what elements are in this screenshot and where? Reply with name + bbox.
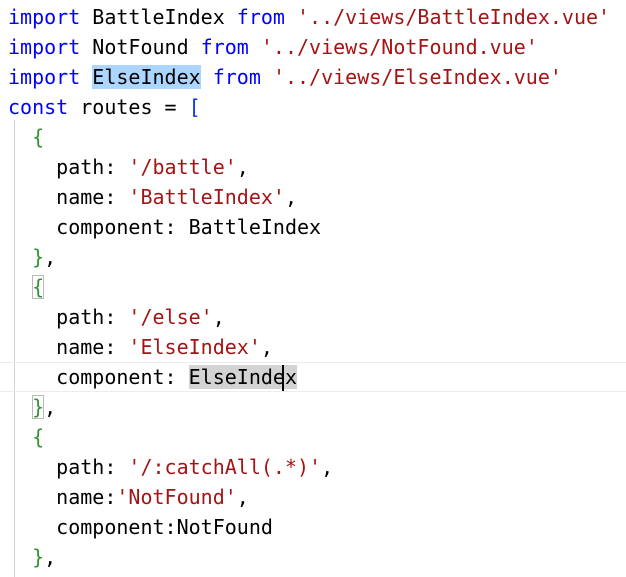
code-editor[interactable]: import BattleIndex from '../views/Battle… — [0, 0, 626, 577]
code-token: component: — [8, 365, 189, 389]
code-token: 'ElseIndex' — [128, 335, 261, 359]
code-token: , — [44, 245, 57, 269]
code-token: path: — [8, 305, 129, 329]
code-token: component:NotFound — [8, 515, 273, 539]
code-line[interactable]: path: '/battle', — [0, 152, 626, 182]
code-token: { — [32, 425, 45, 449]
code-token: } — [32, 245, 45, 269]
code-token: { — [32, 125, 45, 149]
code-token: , — [321, 455, 334, 479]
code-token: path: — [8, 155, 129, 179]
code-line[interactable]: component:NotFound — [0, 512, 626, 542]
code-line[interactable]: }, — [0, 542, 626, 572]
code-line[interactable]: }, — [0, 242, 626, 272]
code-token: , — [44, 395, 57, 419]
code-line[interactable]: component: BattleIndex — [0, 212, 626, 242]
code-token: , — [260, 335, 273, 359]
code-line[interactable]: import NotFound from '../views/NotFound.… — [0, 32, 626, 62]
code-line[interactable]: import ElseIndex from '../views/ElseInde… — [0, 62, 626, 92]
code-token: const — [8, 95, 69, 119]
code-line[interactable]: const routes = [ — [0, 92, 626, 122]
code-token: import — [8, 5, 81, 29]
code-token: '../views/NotFound.vue' — [260, 35, 538, 59]
code-line[interactable]: path: '/else', — [0, 302, 626, 332]
code-line[interactable]: name:'NotFound', — [0, 482, 626, 512]
code-line[interactable]: path: '/:catchAll(.*)', — [0, 452, 626, 482]
code-token: import — [8, 65, 81, 89]
code-token: path: — [8, 455, 129, 479]
code-token: , — [212, 305, 225, 329]
code-line[interactable]: name: 'BattleIndex', — [0, 182, 626, 212]
code-token: name: — [8, 485, 117, 509]
code-token: } — [32, 395, 45, 419]
code-token: component: BattleIndex — [8, 215, 322, 239]
code-token: name: — [8, 185, 129, 209]
code-line[interactable]: { — [0, 272, 626, 302]
code-token: [ — [188, 95, 201, 119]
code-token: NotFound — [80, 35, 201, 59]
code-token: routes = — [68, 95, 189, 119]
code-token: , — [44, 545, 57, 569]
code-token: , — [284, 185, 298, 209]
text-cursor — [282, 365, 284, 391]
code-token: from — [236, 5, 285, 29]
code-token: '../views/ElseIndex.vue' — [272, 65, 562, 89]
code-line[interactable]: }, — [0, 392, 626, 422]
code-token: ElseIndex — [188, 365, 297, 389]
code-token: BattleIndex — [80, 5, 237, 29]
code-token: '/else' — [128, 305, 213, 329]
code-token: 'NotFound' — [116, 485, 237, 509]
code-token: import — [8, 35, 81, 59]
code-token: 'BattleIndex' — [128, 185, 285, 209]
code-token: '../views/BattleIndex.vue' — [297, 5, 611, 29]
code-token: from — [200, 35, 249, 59]
code-line[interactable]: { — [0, 122, 626, 152]
code-line-current[interactable]: component: ElseIndex — [0, 362, 626, 392]
code-token: '/:catchAll(.*)' — [128, 455, 322, 479]
code-line[interactable]: import BattleIndex from '../views/Battle… — [0, 2, 626, 32]
code-token: ElseIndex — [92, 65, 201, 89]
code-token: , — [236, 155, 249, 179]
code-line[interactable]: { — [0, 422, 626, 452]
code-token: } — [32, 545, 45, 569]
code-token: { — [32, 275, 45, 299]
code-line[interactable]: name: 'ElseIndex', — [0, 332, 626, 362]
code-token: name: — [8, 335, 129, 359]
code-token: '/battle' — [128, 155, 237, 179]
code-token: from — [212, 65, 261, 89]
code-token: , — [236, 485, 249, 509]
